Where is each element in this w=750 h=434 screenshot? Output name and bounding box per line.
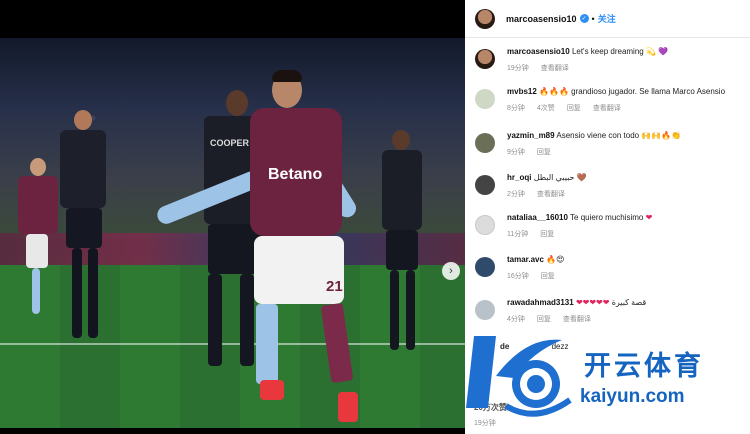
author-avatar[interactable] (475, 8, 495, 29)
follow-button[interactable]: 关注 (598, 12, 616, 25)
comment-username[interactable]: rawadahmad3131 (507, 298, 574, 307)
commenter-avatar[interactable] (475, 175, 495, 195)
comment-text: Te quiero muchisimo (570, 213, 644, 222)
shorts-number: 21 (326, 278, 343, 295)
post-viewer: COOPER Betano 21 › marcoasensio10 ✓ • 关注… (0, 0, 750, 434)
comment-username[interactable]: nataliaa__16010 (507, 213, 568, 222)
reply-link[interactable]: 回复 (541, 271, 555, 281)
comment-emoji: 🔥😍 (546, 255, 565, 264)
opponent-shirt-name: COOPER (210, 138, 250, 148)
header-separator: • (591, 13, 595, 24)
chevron-right-icon: › (449, 265, 453, 277)
commenter-avatar[interactable] (475, 257, 495, 277)
comment-time: 11分钟 (507, 231, 529, 238)
translate-link[interactable]: 查看翻译 (593, 103, 621, 113)
comment-emoji: ❤ (645, 213, 653, 222)
watermark: 开云体育 kaiyun.com (466, 326, 746, 426)
commenter-avatar[interactable] (475, 49, 495, 69)
watermark-brand-en: kaiyun.com (580, 386, 685, 407)
comment-text: Asensio viene con todo (556, 131, 640, 140)
comment-username[interactable]: mvbs12 (507, 87, 537, 96)
comment-emoji: 🤎 (576, 173, 587, 182)
reply-link[interactable]: 回复 (540, 229, 554, 239)
comment-emoji: 🙌🙌🔥👏 (641, 131, 682, 140)
translate-link[interactable]: 查看翻译 (541, 63, 569, 73)
comment-likes: 4次赞 (536, 105, 555, 112)
commenter-avatar[interactable] (475, 133, 495, 153)
reply-link[interactable]: 回复 (537, 147, 551, 157)
comment-time: 2分钟 (507, 191, 525, 198)
comment-username[interactable]: tamar.avc (507, 255, 544, 264)
commenter-avatar[interactable] (475, 215, 495, 235)
post-header: marcoasensio10 ✓ • 关注 (465, 0, 750, 38)
comment-emoji: 💫 💜 (645, 47, 669, 56)
carousel-next-button[interactable]: › (442, 262, 460, 280)
comment-text: Let's keep dreaming (571, 47, 644, 56)
comment-text: قصة كبيرة (611, 298, 647, 307)
kaiyun-logo (466, 336, 572, 417)
comment-username[interactable]: marcoasensio10 (507, 47, 570, 56)
comment-time: 19分钟 (507, 65, 529, 72)
comment-text: grandioso jugador. Se llama Marco Asensi… (571, 87, 726, 96)
reply-link[interactable]: 回复 (567, 103, 581, 113)
comment-time: 8分钟 (507, 105, 525, 112)
comment-emoji: ❤❤❤❤❤ (575, 298, 610, 307)
translate-link[interactable]: 查看翻译 (537, 189, 565, 199)
author-username[interactable]: marcoasensio10 (506, 14, 577, 24)
watermark-brand-cn: 开云体育 (584, 351, 704, 381)
comment-time: 16分钟 (507, 273, 529, 280)
shirt-sponsor: Betano (268, 166, 323, 183)
verified-badge-icon: ✓ (579, 14, 589, 23)
reply-link[interactable]: 回复 (537, 314, 551, 324)
post-image[interactable]: COOPER Betano 21 › (0, 38, 465, 428)
commenter-avatar[interactable] (475, 300, 495, 320)
comment-time: 9分钟 (507, 149, 525, 156)
comment-username[interactable]: yazmin_m89 (507, 131, 555, 140)
comment-emoji: 🔥🔥🔥 (539, 87, 569, 96)
comment-text: حبيبي البطل (533, 173, 575, 182)
translate-link[interactable]: 查看翻译 (563, 314, 591, 324)
comment-time: 4分钟 (507, 316, 525, 323)
comment-username[interactable]: hr_oqi (507, 173, 531, 182)
commenter-avatar[interactable] (475, 89, 495, 109)
